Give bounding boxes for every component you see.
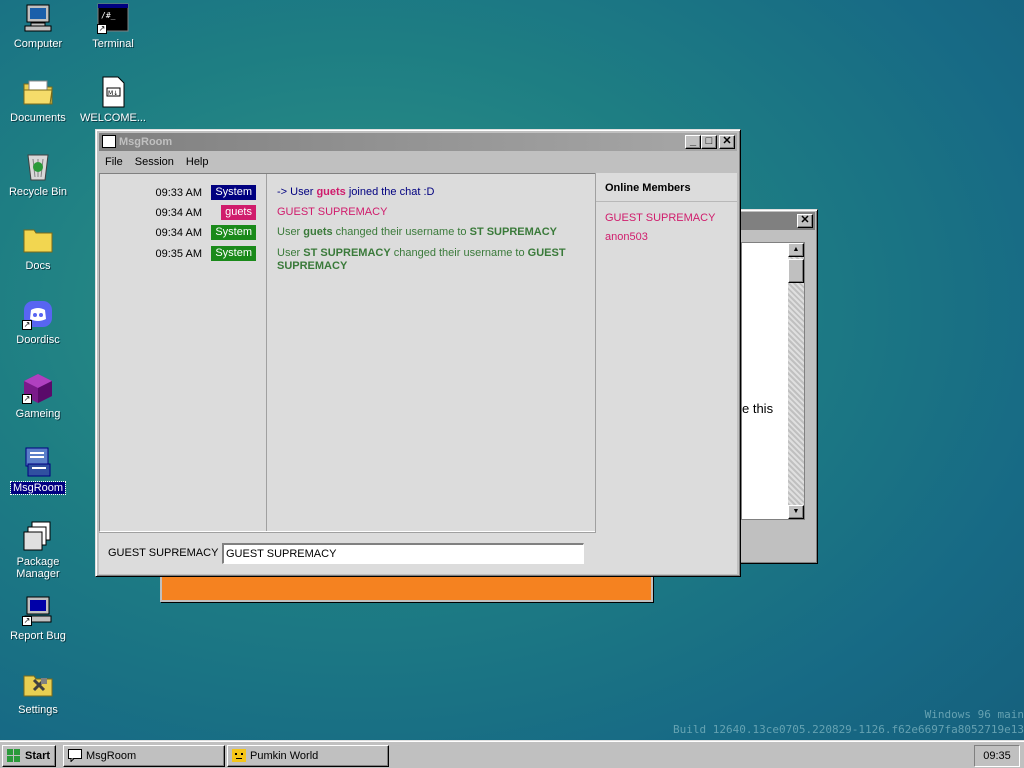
message-meta: 09:33 AM System — [100, 182, 266, 202]
window-title: MsgRoom — [119, 136, 173, 148]
desktop-icon-msgroom[interactable]: MsgRoom — [0, 446, 76, 495]
pumkin-world-window-strip — [160, 574, 653, 602]
message-time: 09:34 AM — [155, 227, 202, 239]
desktop-icon-recycle-bin[interactable]: Recycle Bin — [0, 150, 76, 198]
message-text: GUEST SUPREMACY — [277, 206, 388, 218]
online-members-panel: Online Members GUEST SUPREMACY anon503 — [595, 173, 737, 574]
message-time: 09:34 AM — [155, 207, 202, 219]
build-watermark: Windows 96 main Build 12640.13ce0705.220… — [673, 707, 1024, 737]
scroll-thumb[interactable] — [788, 259, 804, 283]
member-item[interactable]: anon503 — [596, 227, 737, 246]
message-meta: 09:34 AM System — [100, 222, 266, 242]
member-item[interactable]: GUEST SUPREMACY — [596, 208, 737, 227]
compose-bar: GUEST SUPREMACY — [99, 532, 596, 574]
message-text: User guets changed their username to ST … — [277, 226, 558, 238]
os-name-text: Windows 96 main — [924, 708, 1024, 721]
msgroom-titlebar[interactable]: MsgRoom _ □ ✕ — [99, 133, 737, 151]
svg-text:/#_: /#_ — [101, 11, 116, 20]
start-label: Start — [25, 750, 51, 762]
message-text: User ST SUPREMACY changed their username… — [277, 247, 566, 272]
minimize-button[interactable]: _ — [685, 135, 701, 149]
scroll-down-button[interactable]: ▼ — [788, 505, 804, 519]
settings-icon — [22, 668, 54, 700]
chat-log[interactable]: 09:33 AM System 09:34 AM guets 09:34 AM … — [99, 173, 596, 532]
members-heading: Online Members — [596, 173, 737, 202]
taskbar-clock[interactable]: 09:35 — [974, 745, 1020, 767]
message-time: 09:33 AM — [155, 187, 202, 199]
desktop-icon-label: Docs — [25, 260, 51, 272]
taskbar-item-pumkin-world[interactable]: Pumkin World — [227, 745, 389, 767]
nickname-label[interactable]: GUEST SUPREMACY — [108, 547, 218, 559]
build-number-text: Build 12640.13ce0705.220829-1126.f62e669… — [673, 723, 1024, 736]
desktop-icon-label: Terminal — [92, 38, 134, 50]
msgroom-icon — [22, 446, 54, 478]
desktop-icon-label: Recycle Bin — [8, 186, 68, 198]
desktop-icon-package-manager[interactable]: Package Manager — [0, 520, 76, 580]
terminal-icon: /#_ ↗ — [97, 2, 129, 34]
sender-badge: guets — [221, 205, 256, 220]
desktop-icon-settings[interactable]: Settings — [0, 668, 76, 716]
desktop-icon-label: Package Manager — [16, 556, 60, 580]
background-window-close-button[interactable]: ✕ — [797, 214, 813, 228]
desktop-icon-documents[interactable]: Documents — [0, 76, 76, 124]
desktop-icon-label: WELCOME... — [79, 112, 146, 124]
background-window-content: e this ▲ ▼ — [741, 242, 805, 520]
svg-text:M↓: M↓ — [108, 90, 118, 97]
desktop-icon-docs[interactable]: Docs — [0, 224, 76, 272]
desktop-icon-terminal[interactable]: /#_ ↗ Terminal — [75, 2, 151, 50]
package-icon — [22, 520, 54, 552]
close-button[interactable]: ✕ — [719, 135, 735, 149]
sender-badge: System — [211, 246, 256, 261]
start-button[interactable]: Start — [2, 745, 56, 767]
desktop-icon-label: Computer — [13, 38, 63, 50]
desktop-icon-doordisc[interactable]: ↗ Doordisc — [0, 298, 76, 346]
folder-icon — [22, 76, 54, 108]
document-icon: M↓ — [97, 76, 129, 108]
desktop-icon-label: Doordisc — [16, 334, 60, 346]
desktop-icon-label: MsgRoom — [9, 481, 67, 495]
recycle-bin-icon — [22, 150, 54, 182]
pumpkin-icon — [232, 749, 246, 762]
desktop-icon-report-bug[interactable]: ↗ Report Bug — [0, 594, 76, 642]
message-meta: 09:35 AM System — [100, 243, 266, 263]
computer-icon — [22, 2, 54, 34]
desktop-icon-label: Settings — [18, 704, 58, 716]
message-time: 09:35 AM — [155, 248, 202, 260]
menu-file[interactable]: File — [99, 153, 129, 172]
maximize-button[interactable]: □ — [701, 135, 717, 149]
scroll-up-button[interactable]: ▲ — [788, 243, 804, 257]
message-text: -> User guets joined the chat :D — [277, 186, 435, 198]
discord-icon: ↗ — [22, 298, 54, 330]
menu-bar: File Session Help — [99, 153, 215, 172]
msgroom-window[interactable]: MsgRoom _ □ ✕ File Session Help 09:33 AM… — [95, 129, 741, 577]
taskbar-item-label: MsgRoom — [86, 750, 137, 762]
start-logo-icon — [7, 749, 20, 762]
desktop-icon-welcome[interactable]: M↓ WELCOME... — [75, 76, 151, 124]
background-window-scrollbar[interactable]: ▲ ▼ — [788, 243, 804, 519]
menu-help[interactable]: Help — [180, 153, 215, 172]
message-input[interactable] — [222, 543, 584, 564]
taskbar-item-msgroom[interactable]: MsgRoom — [63, 745, 225, 767]
taskbar-item-label: Pumkin World — [250, 750, 319, 762]
message-meta: 09:34 AM guets — [100, 202, 266, 222]
chat-icon — [102, 135, 116, 148]
timestamp-column: 09:33 AM System 09:34 AM guets 09:34 AM … — [100, 174, 267, 531]
sender-badge: System — [211, 225, 256, 240]
chat-icon — [68, 749, 82, 762]
computer-icon: ↗ — [22, 594, 54, 626]
sender-badge: System — [211, 185, 256, 200]
folder-icon — [22, 224, 54, 256]
menu-session[interactable]: Session — [129, 153, 180, 172]
desktop-icon-computer[interactable]: Computer — [0, 2, 76, 50]
desktop-icon-gameing[interactable]: ↗ Gameing — [0, 372, 76, 420]
cube-icon: ↗ — [22, 372, 54, 404]
background-window-text: e this — [742, 401, 774, 416]
desktop-icon-label: Report Bug — [10, 630, 66, 642]
desktop-icon-label: Gameing — [15, 408, 61, 420]
taskbar: Start MsgRoom Pumkin World 09:35 — [0, 740, 1024, 768]
desktop-icon-label: Documents — [10, 112, 66, 124]
